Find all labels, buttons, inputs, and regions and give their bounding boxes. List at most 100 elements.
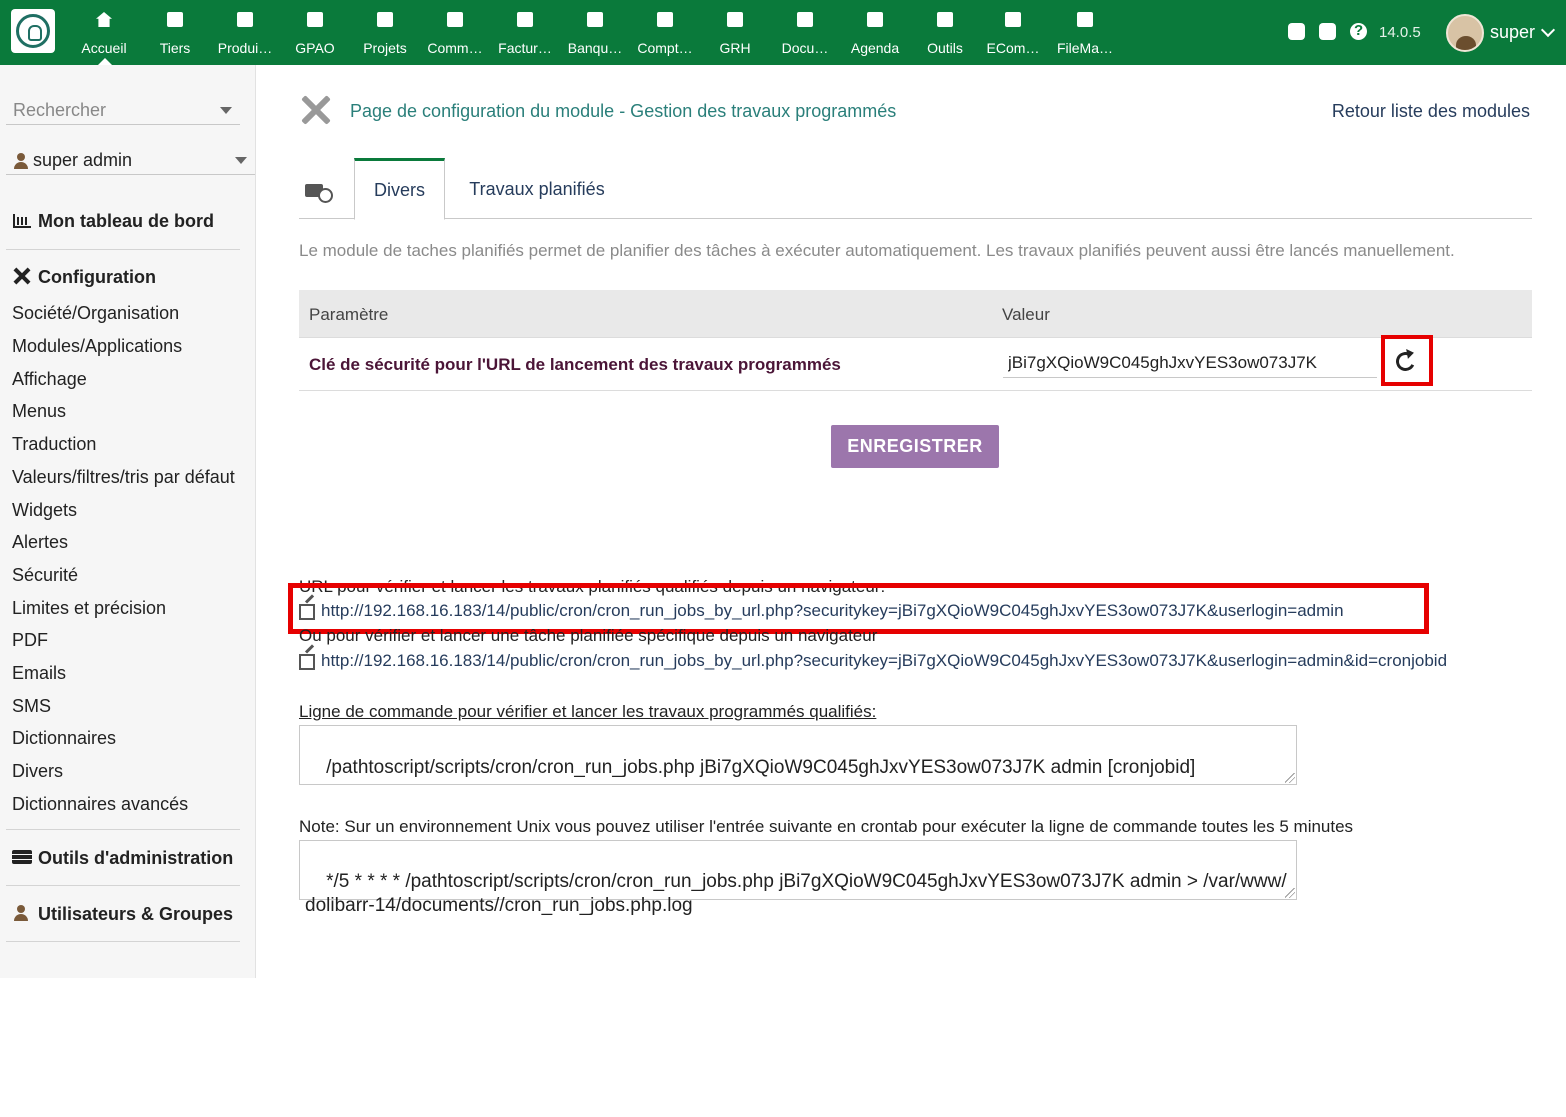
search-select[interactable]: Rechercher — [6, 95, 240, 125]
coins-icon — [514, 9, 536, 31]
sidebar-item-users-groups[interactable]: Utilisateurs & Groupes — [12, 904, 233, 925]
column-header-parametre: Paramètre — [309, 305, 389, 324]
caret-down-icon — [235, 157, 247, 164]
url-specific-label: Ou pour vérifier et lancer une tâche pla… — [299, 626, 878, 645]
module-description: Le module de taches planifiés permet de … — [299, 241, 1455, 260]
caret-down-icon — [220, 107, 232, 114]
crontab-note: Note: Sur un environnement Unix vous pou… — [299, 817, 1354, 836]
left-sidebar: Rechercher super admin Mon tableau de bo… — [0, 65, 256, 978]
menu-item-banque[interactable]: Banqu… — [560, 0, 630, 65]
parameter-table: Paramètre Valeur Clé de sécurité pour l'… — [299, 290, 1532, 391]
version-label: 14.0.5 — [1379, 24, 1421, 41]
crontab-textarea[interactable]: */5 * * * * /pathtoscript/scripts/cron/c… — [299, 840, 1297, 916]
column-header-valeur: Valeur — [1002, 305, 1050, 324]
tools-icon — [12, 267, 32, 285]
menu-item-documents[interactable]: Docu… — [770, 0, 840, 65]
menu-item-outils[interactable]: Outils — [910, 0, 980, 65]
user-menu-name[interactable]: super — [1490, 22, 1535, 43]
divider — [6, 829, 240, 830]
user-icon — [12, 904, 32, 922]
table-row: Clé de sécurité pour l'URL de lancement … — [299, 335, 1532, 391]
tab-divers[interactable]: Divers — [354, 158, 445, 220]
wrench-icon — [934, 9, 956, 31]
refresh-icon — [1393, 349, 1418, 374]
external-link-icon — [299, 651, 316, 670]
sidebar-item-widgets[interactable]: Widgets — [12, 500, 77, 521]
resize-handle[interactable] — [1285, 773, 1295, 783]
menu-item-filemanager[interactable]: FileMa… — [1050, 0, 1120, 65]
command-line-textarea[interactable]: /pathtoscript/scripts/cron/cron_run_jobs… — [299, 725, 1297, 785]
menu-item-tiers[interactable]: Tiers — [140, 0, 210, 65]
app-logo[interactable] — [11, 9, 55, 53]
user-icon — [13, 153, 29, 169]
sidebar-item-dictionnaires[interactable]: Dictionnaires — [12, 728, 116, 749]
sidebar-item-securite[interactable]: Sécurité — [12, 565, 78, 586]
sidebar-item-alertes[interactable]: Alertes — [12, 532, 68, 553]
avatar[interactable] — [1446, 14, 1484, 52]
sidebar-item-dictionnaires-avances[interactable]: Dictionnaires avancés — [12, 794, 188, 815]
chevron-down-icon[interactable] — [1540, 22, 1556, 38]
server-icon — [12, 848, 32, 866]
sidebar-item-divers[interactable]: Divers — [12, 761, 63, 782]
cron-url-specific-link[interactable]: http://192.168.16.183/14/public/cron/cro… — [299, 651, 1447, 671]
resize-handle[interactable] — [1285, 888, 1295, 898]
sidebar-item-pdf[interactable]: PDF — [12, 630, 48, 651]
folder-open-icon — [794, 9, 816, 31]
sitemap-icon — [374, 9, 396, 31]
sidebar-item-valeurs-defaut[interactable]: Valeurs/filtres/tris par défaut — [12, 467, 235, 488]
calendar-icon — [864, 9, 886, 31]
tools-icon — [299, 93, 333, 127]
security-key-label: Clé de sécurité pour l'URL de lancement … — [309, 355, 841, 374]
main-content: Page de configuration du module - Gestio… — [257, 65, 1566, 1117]
sidebar-item-traduction[interactable]: Traduction — [12, 434, 96, 455]
cron-icon — [305, 179, 333, 203]
top-navigation-bar: Accueil Tiers Produi… GPAO Projets Comm…… — [0, 0, 1566, 65]
menu-item-projets[interactable]: Projets — [350, 0, 420, 65]
command-line-label: Ligne de commande pour vérifier et lance… — [299, 702, 877, 721]
print-icon[interactable] — [1317, 21, 1338, 43]
sidebar-item-emails[interactable]: Emails — [12, 663, 66, 684]
cube-icon — [234, 9, 256, 31]
briefcase-icon — [444, 9, 466, 31]
cubes-icon — [304, 9, 326, 31]
menu-item-agenda[interactable]: Agenda — [840, 0, 910, 65]
sidebar-item-modules[interactable]: Modules/Applications — [12, 336, 182, 357]
user-tie-icon — [724, 9, 746, 31]
table-header: Paramètre Valeur — [299, 290, 1532, 338]
security-key-input[interactable] — [1003, 348, 1377, 378]
page-title: Page de configuration du module - Gestio… — [350, 101, 897, 121]
bug-icon[interactable] — [1286, 21, 1307, 43]
sidebar-item-menus[interactable]: Menus — [12, 401, 66, 422]
menu-item-accueil[interactable]: Accueil — [69, 0, 139, 65]
divider — [6, 249, 240, 250]
tab-bar: Divers Travaux planifiés — [299, 158, 1532, 220]
sidebar-item-societe[interactable]: Société/Organisation — [12, 303, 179, 324]
sidebar-item-admin-tools[interactable]: Outils d'administration — [12, 848, 233, 869]
menu-item-gpao[interactable]: GPAO — [280, 0, 350, 65]
sidebar-item-affichage[interactable]: Affichage — [12, 369, 87, 390]
user-select[interactable]: super admin — [6, 145, 255, 175]
menu-item-produits[interactable]: Produi… — [210, 0, 280, 65]
home-icon — [93, 9, 115, 31]
sidebar-item-sms[interactable]: SMS — [12, 696, 51, 717]
sidebar-item-dashboard[interactable]: Mon tableau de bord — [12, 211, 214, 232]
divider — [6, 941, 240, 942]
menu-item-ecommerce[interactable]: ECom… — [978, 0, 1048, 65]
save-button[interactable]: ENREGISTRER — [831, 425, 999, 468]
sticky-note-icon — [1002, 9, 1024, 31]
menu-item-grh[interactable]: GRH — [700, 0, 770, 65]
menu-item-commerce[interactable]: Comm… — [420, 0, 490, 65]
sidebar-item-limites[interactable]: Limites et précision — [12, 598, 166, 619]
search-dollar-icon — [654, 9, 676, 31]
sidebar-item-configuration[interactable]: Configuration — [12, 267, 156, 288]
bank-icon — [584, 9, 606, 31]
back-to-modules-link[interactable]: Retour liste des modules — [1332, 101, 1530, 122]
menu-item-comptabilite[interactable]: Compt… — [630, 0, 700, 65]
divider — [6, 885, 240, 886]
chart-icon — [12, 211, 32, 229]
menu-item-facturation[interactable]: Factur… — [490, 0, 560, 65]
tab-travaux-planifies[interactable]: Travaux planifiés — [467, 158, 607, 219]
help-icon[interactable] — [1348, 21, 1369, 43]
building-icon — [164, 9, 186, 31]
generate-key-button[interactable] — [1381, 335, 1433, 386]
